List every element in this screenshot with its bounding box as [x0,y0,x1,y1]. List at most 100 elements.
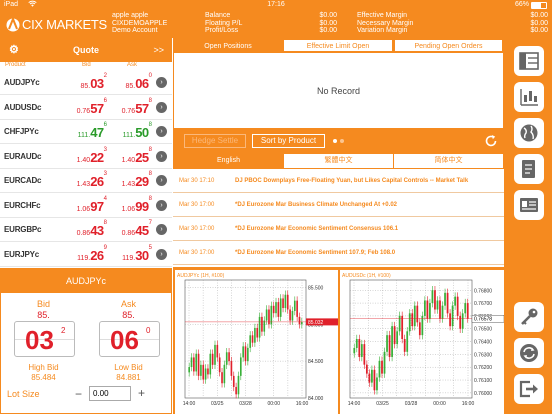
sync-button[interactable] [514,338,544,368]
quote-row[interactable]: AUDJPYc 85.032 85.060 › [0,71,172,96]
price-big-digits: 06 [135,76,149,91]
candle-body [193,357,195,372]
tab-open-positions[interactable]: Open Positions [174,39,282,52]
candle-body [371,369,373,383]
candle-body [461,313,464,329]
news-item[interactable]: Mar 30 17:00 *DJ Eurozone Mar Business C… [173,193,504,217]
chart-button[interactable] [514,82,544,112]
lot-minus-button[interactable]: − [75,387,82,401]
account-name: apple apple [112,12,149,19]
collapse-button[interactable]: >> [153,38,164,62]
quote-ask[interactable]: 85.060 [125,73,152,93]
hedge-settle-button[interactable]: Hedge Settle [184,134,246,148]
quote-bid[interactable]: 0.76576 [76,98,107,118]
candle-body [353,347,356,354]
chevron-right-icon[interactable]: › [156,248,167,260]
chevron-right-icon[interactable]: › [156,150,167,162]
candle-body [221,372,223,384]
price-prefix: 0.76 [76,107,91,115]
lot-size-label: Lot Size [7,389,40,399]
price-pip-digit: 8 [148,195,152,202]
quote-bid[interactable]: 111.476 [78,122,107,142]
chevron-right-icon[interactable]: › [156,77,167,88]
quote-row[interactable]: EURGBPc 0.86438 0.86457 › [0,218,172,243]
quote-row[interactable]: EURAUDc 1.40223 1.40258 › [0,144,172,169]
ask-label: Ask [120,299,136,309]
quote-row[interactable]: CHFJPYc 111.476 111.508 › [0,120,172,145]
candle-body [216,344,219,358]
balance-value: $0.00 [319,12,337,19]
quote-bid[interactable]: 1.40223 [77,147,107,167]
quote-bid[interactable]: 1.06974 [77,196,107,216]
chevron-right-icon[interactable]: › [156,224,167,235]
x-tick-label: 16:00 [462,401,475,407]
quote-bid[interactable]: 119.269 [77,245,107,265]
quote-row[interactable]: AUDUSDc 0.76576 0.76578 › [0,95,172,120]
chevron-right-icon[interactable]: › [156,175,167,186]
refresh-icon[interactable] [484,134,498,148]
candle-body [291,310,294,321]
candle-body [242,346,244,358]
tab-news-english[interactable]: English [174,154,283,168]
candle-body [418,322,421,336]
chart-audusd[interactable]: AUDUSDc (1H, #100)0.768000.767000.766000… [340,270,505,414]
quote-ask[interactable]: 0.76578 [122,98,152,118]
tab-effective-limit-open[interactable]: Effective Limit Open [283,39,393,52]
candle-body [200,364,202,376]
chevron-right-icon[interactable]: › [156,199,167,211]
quote-bid[interactable]: 1.43263 [77,171,107,191]
price-prefix: 119. [122,254,136,262]
layout-button[interactable] [514,46,544,76]
candle-body [279,298,282,317]
account-card-button[interactable] [514,190,544,220]
bid-button[interactable]: 03 2 [14,321,75,357]
effective-margin-value: $0.00 [530,12,548,19]
quote-title: Quote [73,45,99,55]
tab-pending-open-orders[interactable]: Pending Open Orders [394,39,503,52]
right-sidebar [504,38,552,414]
news-item[interactable]: Mar 30 17:00 *DJ Eurozone Mar Economic S… [173,241,504,265]
quote-ask[interactable]: 1.06998 [122,195,152,216]
price-prefix: 0.86 [121,230,136,237]
price-prefix: 85. [125,83,136,90]
news-time: Mar 30 17:00 [179,250,215,256]
candle-body [214,344,216,365]
quote-bid[interactable]: 0.86438 [77,220,107,240]
logout-button[interactable] [514,374,544,404]
candle-body [275,302,277,314]
sort-by-product-button[interactable]: Sort by Product [252,134,325,148]
quote-row[interactable]: EURJPYc 119.269 119.305 › [0,242,172,267]
y-tick-label: 0.76300 [474,352,492,358]
lot-size-input[interactable] [89,386,131,401]
globe-button[interactable] [514,118,544,148]
candle-body [237,375,240,395]
quote-ask[interactable]: 111.508 [123,122,152,142]
tab-news-simplified-chinese[interactable]: 简体中文 [394,154,503,168]
quote-ask[interactable]: 1.40258 [122,147,152,167]
ask-button[interactable]: 06 0 [99,321,160,357]
quote-ask[interactable]: 119.305 [122,245,152,265]
chart-audjpy[interactable]: AUDJPYc (1H, #100)85.50085.00084.50084.0… [175,270,338,414]
news-headline: *DJ Eurozone Mar Business Climate Unchan… [235,202,397,208]
gear-icon[interactable]: ⚙ [9,38,19,62]
news-item[interactable]: Mar 30 17:10 DJ PBOC Downplays Free-Floa… [173,169,504,193]
quote-row[interactable]: EURCADc 1.43263 1.43298 › [0,169,172,194]
candle-body [265,309,268,321]
chevron-right-icon[interactable]: › [156,126,167,137]
chevron-right-icon[interactable]: › [156,101,167,113]
candle-body [355,339,358,348]
quote-row[interactable]: EURCHFc 1.06974 1.06998 › [0,193,172,218]
quote-ask[interactable]: 0.86457 [121,220,152,240]
news-item[interactable]: Mar 30 17:00 *DJ Eurozone Mar Economic S… [173,217,504,241]
candle-body [232,375,235,387]
report-button[interactable] [514,154,544,184]
quote-bid[interactable]: 85.032 [80,73,107,93]
y-tick-label: 85.500 [308,285,324,291]
candle-body [188,367,190,373]
quote-ask[interactable]: 1.43298 [122,171,152,191]
price-big-digits: 97 [90,198,104,214]
password-button[interactable] [514,302,544,332]
tab-news-traditional-chinese[interactable]: 繁體中文 [284,154,393,168]
lot-plus-button[interactable]: + [138,386,145,400]
candle-body [270,305,273,325]
